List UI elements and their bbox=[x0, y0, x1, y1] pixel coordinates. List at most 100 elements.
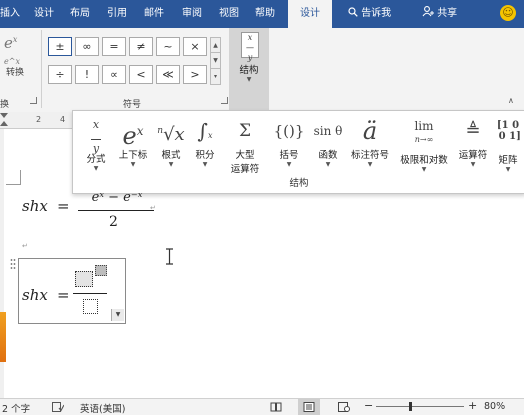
chevron-down-icon: ▼ bbox=[130, 161, 136, 168]
denominator-placeholder[interactable] bbox=[83, 299, 98, 314]
proofing-icon[interactable] bbox=[52, 402, 64, 412]
first-indent-marker[interactable] bbox=[0, 113, 8, 118]
limit-icon: lim n→∞ bbox=[414, 119, 434, 144]
hanging-indent-marker[interactable] bbox=[0, 121, 8, 126]
structure-function-label: 函数 bbox=[318, 150, 338, 161]
integral-icon: ∫x bbox=[197, 119, 213, 143]
summation-icon: Σ bbox=[238, 121, 252, 141]
symbol-gallery-expand[interactable]: ▾ bbox=[210, 68, 221, 85]
structure-radical[interactable]: n√x 根式 ▼ bbox=[155, 115, 187, 169]
eq1-lhs[interactable]: shx bbox=[22, 197, 48, 215]
chevron-down-icon: ▼ bbox=[286, 161, 292, 168]
ribbon-tab-bar: 插入 设计 布局 引用 邮件 审阅 视图 帮助 设计 告诉我 共享 ☺ bbox=[0, 0, 524, 28]
structure-button-label: 结构 bbox=[239, 65, 259, 76]
read-mode-icon[interactable] bbox=[270, 402, 282, 412]
print-layout-button[interactable] bbox=[298, 399, 320, 415]
ribbon-panel: ex e^x 转换 换 ± ∞ = ≠ ~ × ÷ ! ∝ < ≪ > ▲ ▼ ▾… bbox=[0, 28, 524, 113]
structure-function[interactable]: sin θ 函数 ▼ bbox=[309, 115, 347, 169]
tab-help[interactable]: 帮助 bbox=[255, 0, 275, 28]
structure-bracket[interactable]: {()} 括号 ▼ bbox=[271, 115, 307, 169]
structure-accent[interactable]: ä 标注符号 ▼ bbox=[347, 115, 393, 169]
tab-design[interactable]: 设计 bbox=[34, 0, 54, 28]
structure-large-operator-label-1: 大型 bbox=[235, 150, 255, 161]
tell-me-label: 告诉我 bbox=[361, 8, 392, 19]
share-button[interactable]: 共享 bbox=[422, 0, 457, 28]
zoom-slider-track[interactable] bbox=[376, 406, 464, 407]
tab-view[interactable]: 视图 bbox=[219, 0, 239, 28]
structure-matrix-label: 矩阵 bbox=[498, 155, 518, 166]
eq2-lhs[interactable]: shx bbox=[22, 286, 48, 304]
share-label: 共享 bbox=[437, 8, 458, 19]
structure-integral[interactable]: ∫x 积分 ▼ bbox=[189, 115, 221, 169]
symbol-plus-minus[interactable]: ± bbox=[48, 37, 72, 56]
zoom-slider-thumb[interactable] bbox=[409, 402, 413, 411]
symbol-greater-than[interactable]: > bbox=[183, 65, 207, 84]
symbol-proportional[interactable]: ∝ bbox=[102, 65, 126, 84]
page-corner-mark bbox=[6, 170, 21, 185]
chevron-down-icon: ▼ bbox=[367, 161, 373, 168]
zoom-out-button[interactable]: − bbox=[364, 399, 373, 412]
symbol-infinity[interactable]: ∞ bbox=[75, 37, 99, 56]
group-launcher-icon[interactable] bbox=[30, 97, 37, 104]
language-indicator[interactable]: 英语(美国) bbox=[80, 401, 125, 415]
feedback-smiley-icon[interactable]: ☺ bbox=[500, 5, 516, 21]
symbol-scroll-down[interactable]: ▼ bbox=[210, 52, 221, 69]
symbol-tilde[interactable]: ~ bbox=[156, 37, 180, 56]
structure-integral-label: 积分 bbox=[195, 150, 215, 161]
symbol-times[interactable]: × bbox=[183, 37, 207, 56]
structure-matrix[interactable]: [1 0 0 1] 矩阵 ▼ bbox=[493, 115, 523, 174]
symbol-factorial[interactable]: ! bbox=[75, 65, 99, 84]
horizontal-ruler: 2 4 bbox=[0, 112, 72, 129]
structure-operator[interactable]: ≜ 运算符 ▼ bbox=[455, 115, 491, 169]
chevron-down-icon: ▼ bbox=[202, 161, 208, 168]
zoom-level[interactable]: 80% bbox=[484, 401, 505, 412]
symbol-divide[interactable]: ÷ bbox=[48, 65, 72, 84]
symbol-not-equal[interactable]: ≠ bbox=[129, 37, 153, 56]
tab-mailings[interactable]: 邮件 bbox=[144, 0, 164, 28]
eq1-denominator[interactable]: 2 bbox=[109, 214, 118, 230]
symbol-less-than[interactable]: < bbox=[129, 65, 153, 84]
symbols-launcher-icon[interactable] bbox=[221, 97, 228, 104]
tell-me-search[interactable]: 告诉我 bbox=[348, 0, 391, 28]
equation-edit-box[interactable]: shx = ▼ bbox=[18, 258, 126, 324]
tab-references[interactable]: 引用 bbox=[107, 0, 127, 28]
script-icon: ex bbox=[122, 122, 144, 150]
structure-fraction-label: 分式 bbox=[86, 154, 106, 165]
eq1-equals: = bbox=[57, 197, 70, 215]
ribbon-collapse-icon[interactable]: ∧ bbox=[508, 96, 514, 105]
structure-large-operator-label-2: 运算符 bbox=[230, 164, 260, 175]
convert-button-label[interactable]: 转换 bbox=[6, 65, 24, 78]
tab-equation-design[interactable]: 设计 bbox=[288, 0, 332, 28]
convert-group-label: 换 bbox=[0, 100, 10, 110]
structure-large-operator[interactable]: Σ 大型 运算符 bbox=[223, 115, 267, 175]
structure-button[interactable]: x — y 结构 ▼ bbox=[229, 28, 269, 112]
accent-icon: ä bbox=[362, 117, 378, 145]
word-count[interactable]: 2 个字 bbox=[2, 401, 30, 415]
structure-gallery-panel: xy 分式 ▼ ex 上下标 ▼ n√x 根式 ▼ ∫x 积分 ▼ Σ 大型 运… bbox=[72, 110, 524, 194]
equation-drag-handle[interactable] bbox=[10, 258, 16, 272]
structure-fraction[interactable]: xy 分式 ▼ bbox=[79, 115, 113, 173]
eq1-numerator[interactable]: eˣ − e⁻ˣ bbox=[80, 190, 154, 205]
equation-options-chevron-icon[interactable]: ▼ bbox=[111, 309, 124, 321]
structure-limit-log[interactable]: lim n→∞ 极限和对数 ▼ bbox=[395, 115, 453, 174]
chevron-down-icon: ▼ bbox=[505, 166, 511, 173]
chevron-down-icon: ▼ bbox=[93, 165, 99, 172]
convert-icon[interactable]: ex e^x bbox=[4, 32, 30, 66]
symbol-equals[interactable]: = bbox=[102, 37, 126, 56]
symbols-group-label: 符号 bbox=[123, 100, 142, 110]
numerator-placeholder[interactable] bbox=[75, 271, 93, 287]
superscript-placeholder[interactable] bbox=[95, 265, 107, 276]
structure-script[interactable]: ex 上下标 ▼ bbox=[113, 115, 153, 169]
symbol-much-less[interactable]: ≪ bbox=[156, 65, 180, 84]
tab-review[interactable]: 审阅 bbox=[182, 0, 202, 28]
web-layout-icon[interactable] bbox=[338, 402, 350, 412]
tab-insert[interactable]: 插入 bbox=[0, 0, 20, 28]
text-cursor-icon bbox=[166, 248, 173, 265]
bracket-icon: {()} bbox=[273, 122, 305, 140]
tab-layout[interactable]: 布局 bbox=[70, 0, 90, 28]
ruler-tick: 4 bbox=[60, 115, 66, 124]
group-divider bbox=[41, 30, 42, 108]
zoom-in-button[interactable]: + bbox=[468, 399, 477, 412]
eq1-fraction-bar bbox=[78, 210, 154, 211]
structure-operator-label: 运算符 bbox=[458, 150, 488, 161]
